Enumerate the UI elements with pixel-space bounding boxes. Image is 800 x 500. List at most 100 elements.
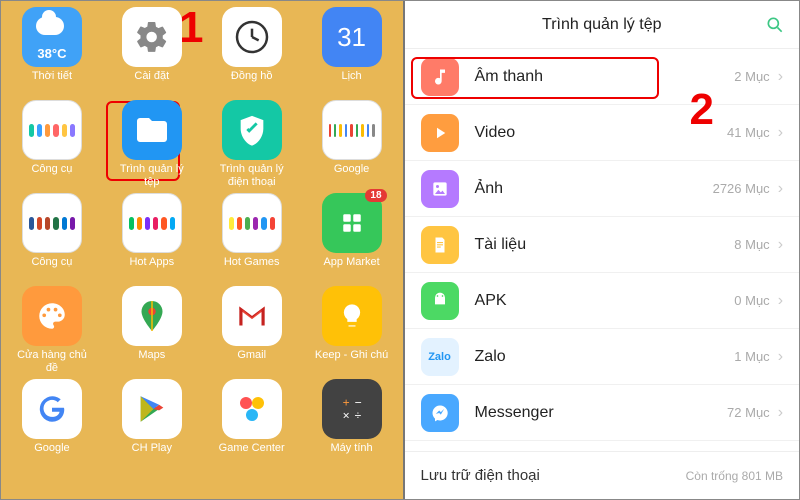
app-calculator[interactable]: +−× ÷ Máy tính [311, 379, 393, 468]
category-count: 2 Mục [734, 69, 769, 84]
gmail-icon [222, 286, 282, 346]
svg-text:+: + [342, 395, 349, 409]
messenger-icon [421, 394, 459, 432]
app-label: Công cụ [31, 256, 72, 282]
notification-badge: 18 [365, 189, 386, 202]
category-name: APK [475, 292, 735, 310]
app-hot-apps[interactable]: Hot Apps [111, 193, 193, 282]
app-google-folder[interactable]: Google [311, 100, 393, 189]
app-label: Game Center [219, 442, 285, 468]
app-label: Hot Games [224, 256, 280, 282]
calendar-icon: 31 [322, 7, 382, 67]
app-label: Cửa hàng chủ đề [11, 349, 93, 375]
category-document[interactable]: Tài liệu 8 Mục › [405, 217, 800, 273]
category-zalo[interactable]: Zalo Zalo 1 Mục › [405, 329, 800, 385]
keep-icon [322, 286, 382, 346]
page-title: Trình quản lý tệp [542, 16, 661, 34]
svg-text:÷: ÷ [354, 409, 361, 423]
category-count: 72 Mục [727, 405, 770, 420]
app-grid: 38°C Thời tiết Cài đặt Đồng hồ 31 Lịch [11, 7, 393, 468]
storage-free: Còn trống 801 MB [686, 469, 783, 483]
zalo-icon: Zalo [421, 338, 459, 376]
gamecenter-icon [222, 379, 282, 439]
chevron-right-icon: › [778, 124, 783, 142]
category-name: Zalo [475, 348, 735, 366]
app-label: Maps [138, 349, 165, 375]
category-count: 1 Mục [734, 349, 769, 364]
google-icon [22, 379, 82, 439]
app-label: App Market [323, 256, 379, 282]
category-count: 8 Mục [734, 237, 769, 252]
app-settings[interactable]: Cài đặt [111, 7, 193, 96]
category-name: Tài liệu [475, 236, 735, 254]
category-apk[interactable]: APK 0 Mục › [405, 273, 800, 329]
category-count: 0 Mục [734, 293, 769, 308]
audio-icon [421, 58, 459, 96]
app-phone-manager[interactable]: Trình quản lý điện thoại [211, 100, 293, 189]
app-label: Đồng hồ [231, 70, 273, 96]
folder-icon [22, 193, 82, 253]
app-weather[interactable]: 38°C Thời tiết [11, 7, 93, 96]
app-app-market[interactable]: 18 App Market [311, 193, 393, 282]
app-label: Cài đặt [134, 70, 169, 96]
category-image[interactable]: Ảnh 2726 Mục › [405, 161, 800, 217]
app-game-center[interactable]: Game Center [211, 379, 293, 468]
shield-icon [222, 100, 282, 160]
app-label: Google [34, 442, 69, 468]
app-label: Lịch [341, 70, 361, 96]
clock-icon [222, 7, 282, 67]
app-label: Keep - Ghi chú [315, 349, 388, 375]
app-calendar[interactable]: 31 Lịch [311, 7, 393, 96]
folder-icon [222, 193, 282, 253]
app-maps[interactable]: Maps [111, 286, 193, 375]
market-icon [322, 193, 382, 253]
gear-icon [122, 7, 182, 67]
storage-title: Lưu trữ điện thoại [421, 467, 540, 484]
svg-text:×: × [342, 409, 349, 423]
app-chplay[interactable]: CH Play [111, 379, 193, 468]
category-count: 41 Mục [727, 125, 770, 140]
app-label: Trình quản lý điện thoại [211, 163, 293, 189]
app-keep[interactable]: Keep - Ghi chú [311, 286, 393, 375]
category-name: Video [475, 124, 728, 142]
video-icon [421, 114, 459, 152]
app-theme-store[interactable]: Cửa hàng chủ đề [11, 286, 93, 375]
svg-text:−: − [354, 395, 361, 409]
palette-icon [22, 286, 82, 346]
category-messenger[interactable]: Messenger 72 Mục › [405, 385, 800, 441]
app-label: CH Play [132, 442, 172, 468]
app-file-manager[interactable]: Trình quản lý tệp [111, 100, 193, 189]
category-name: Ảnh [475, 180, 713, 198]
file-manager-screen: Trình quản lý tệp Âm thanh 2 Mục › Video… [405, 1, 800, 499]
screenshot-container: 1 38°C Thời tiết Cài đặt Đồng hồ [0, 0, 800, 500]
apk-icon [421, 282, 459, 320]
chevron-right-icon: › [778, 180, 783, 198]
category-count: 2726 Mục [713, 181, 770, 196]
app-label: Công cụ [31, 163, 72, 189]
category-name: Messenger [475, 404, 728, 422]
search-icon[interactable] [765, 15, 785, 35]
app-tools-folder[interactable]: Công cụ [11, 100, 93, 189]
folder-file-icon [122, 100, 182, 160]
category-audio[interactable]: Âm thanh 2 Mục › [405, 49, 800, 105]
chevron-right-icon: › [778, 236, 783, 254]
play-store-icon [122, 379, 182, 439]
app-gmail[interactable]: Gmail [211, 286, 293, 375]
app-clock[interactable]: Đồng hồ [211, 7, 293, 96]
chevron-right-icon: › [778, 348, 783, 366]
category-video[interactable]: Video 41 Mục › [405, 105, 800, 161]
weather-icon: 38°C [22, 7, 82, 67]
app-label: Google [334, 163, 369, 189]
app-tools2-folder[interactable]: Công cụ [11, 193, 93, 282]
chevron-right-icon: › [778, 68, 783, 86]
app-google[interactable]: Google [11, 379, 93, 468]
image-icon [421, 170, 459, 208]
app-hot-games[interactable]: Hot Games [211, 193, 293, 282]
app-label: Gmail [237, 349, 266, 375]
storage-row[interactable]: Lưu trữ điện thoại Còn trống 801 MB [405, 451, 800, 499]
category-name: Âm thanh [475, 68, 735, 86]
folder-icon [22, 100, 82, 160]
app-label: Thời tiết [32, 70, 72, 96]
app-label: Máy tính [330, 442, 372, 468]
chevron-right-icon: › [778, 404, 783, 422]
